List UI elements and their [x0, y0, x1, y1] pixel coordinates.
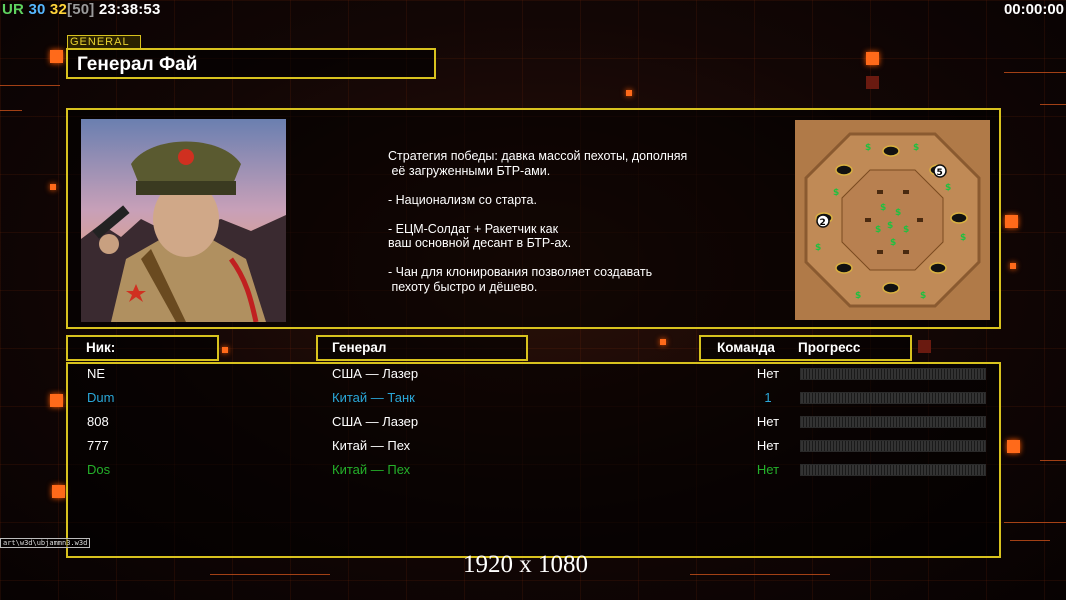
- player-row: 808 США — Лазер Нет: [68, 412, 999, 432]
- player-general: Китай — Пех: [332, 438, 411, 453]
- player-progress-bar: [800, 440, 986, 452]
- hud-value-3: [50]: [67, 1, 95, 18]
- header-progress: Прогресс: [798, 340, 861, 355]
- svg-text:$: $: [903, 225, 909, 235]
- map-marker-5: 5: [937, 168, 943, 178]
- players-panel: NE США — Лазер Нет Dum Китай — Танк 1 80…: [66, 362, 1001, 558]
- svg-text:$: $: [945, 183, 951, 193]
- hud-value-2: 32: [49, 1, 68, 18]
- player-general: США — Лазер: [332, 414, 419, 429]
- svg-text:$: $: [815, 243, 821, 253]
- hud-timer: 00:00:00: [1003, 1, 1064, 18]
- svg-text:$: $: [855, 291, 861, 301]
- svg-text:$: $: [960, 233, 966, 243]
- resolution-label: 1920 x 1080: [463, 551, 588, 578]
- svg-text:$: $: [895, 208, 901, 218]
- asset-path-label: art\w3d\ubjammn3.w3d: [0, 538, 91, 548]
- svg-text:$: $: [913, 143, 919, 153]
- svg-text:$: $: [833, 188, 839, 198]
- svg-text:$: $: [887, 221, 893, 231]
- general-portrait: [81, 119, 286, 322]
- svg-text:$: $: [920, 291, 926, 301]
- player-row: 777 Китай — Пех Нет: [68, 436, 999, 456]
- player-team: 1: [764, 390, 772, 405]
- player-nick: NE: [87, 366, 106, 381]
- header-team-progress: Команда Прогресс: [699, 335, 912, 361]
- player-row: NE США — Лазер Нет: [68, 364, 999, 384]
- hud-stats: UR 30 32[50] 23:38:53: [2, 1, 161, 18]
- player-general: США — Лазер: [332, 366, 419, 381]
- hud-clock: 23:38:53: [98, 1, 161, 18]
- map-preview: $ $ $ $ $ $ $ $ $ $ $ $ $ $ 2 5: [795, 120, 990, 320]
- svg-text:$: $: [880, 203, 886, 213]
- general-name: Генерал Фай: [66, 48, 436, 79]
- player-team: Нет: [756, 414, 780, 429]
- player-row: Dos Китай — Пех Нет: [68, 460, 999, 480]
- player-nick: Dum: [87, 390, 115, 405]
- player-progress-bar: [800, 464, 986, 476]
- map-marker-2: 2: [820, 218, 826, 228]
- player-progress-bar: [800, 368, 986, 380]
- player-progress-bar: [800, 392, 986, 404]
- svg-text:$: $: [890, 238, 896, 248]
- player-team: Нет: [756, 438, 780, 453]
- header-nick: Ник:: [66, 335, 219, 361]
- general-info-panel: Стратегия победы: давка массой пехоты, д…: [66, 108, 1001, 329]
- player-team: Нет: [756, 366, 780, 381]
- player-general: Китай — Пех: [332, 462, 411, 477]
- general-description: Стратегия победы: давка массой пехоты, д…: [388, 149, 688, 294]
- svg-text:$: $: [875, 225, 881, 235]
- player-general: Китай — Танк: [332, 390, 415, 405]
- player-progress-bar: [800, 416, 986, 428]
- player-team: Нет: [756, 462, 780, 477]
- hud-value-1: 30: [28, 1, 46, 18]
- header-team: Команда: [717, 340, 775, 355]
- player-nick: Dos: [87, 462, 111, 477]
- svg-text:$: $: [865, 143, 871, 153]
- player-nick: 808: [87, 414, 109, 429]
- header-general: Генерал: [316, 335, 528, 361]
- hud-ur: UR: [2, 1, 25, 18]
- player-nick: 777: [87, 438, 109, 453]
- player-row: Dum Китай — Танк 1: [68, 388, 999, 408]
